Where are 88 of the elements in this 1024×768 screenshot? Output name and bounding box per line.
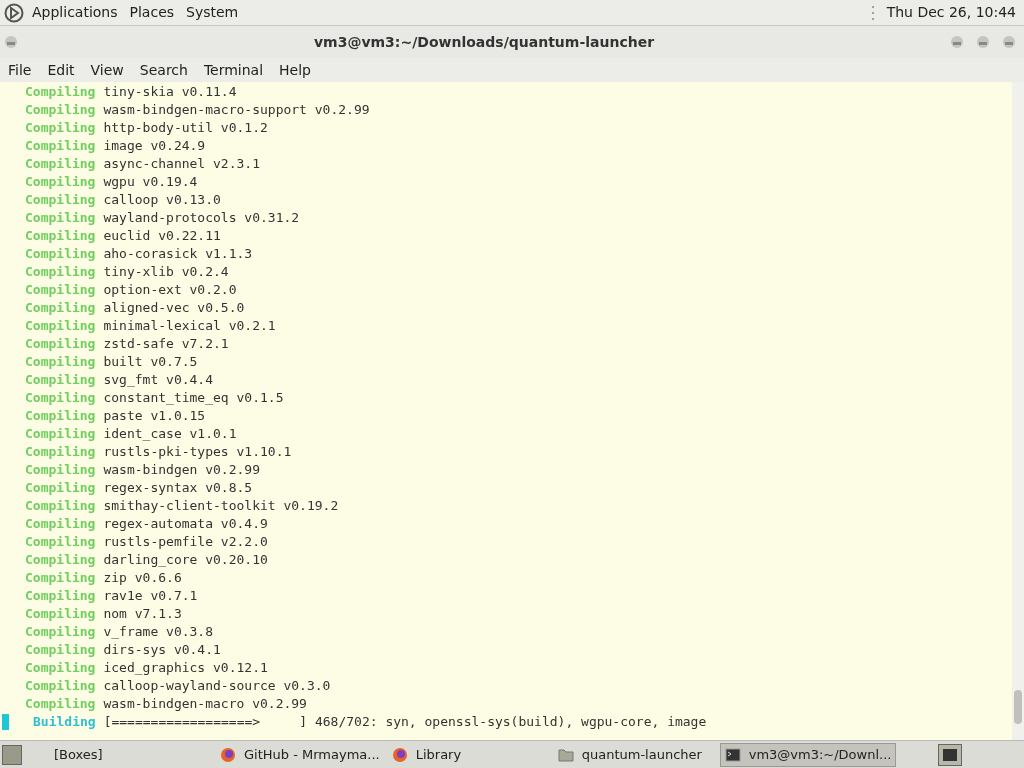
output-text: rustls-pemfile v2.2.0 [103, 533, 268, 551]
compiling-label: Compiling [25, 569, 96, 587]
output-text: regex-automata v0.4.9 [103, 515, 268, 533]
compiling-label: Compiling [25, 371, 96, 389]
output-text: svg_fmt v0.4.4 [103, 371, 214, 389]
compiling-label: Compiling [25, 245, 96, 263]
compiling-label: Compiling [25, 497, 96, 515]
compiling-label: Compiling [25, 461, 96, 479]
compiling-label: Compiling [25, 587, 96, 605]
output-text: paste v1.0.15 [103, 407, 206, 425]
compiling-label: Compiling [25, 677, 96, 695]
output-text: image v0.24.9 [103, 137, 206, 155]
output-text: v_frame v0.3.8 [103, 623, 214, 641]
output-text: iced_graphics v0.12.1 [103, 659, 268, 677]
compiling-label: Compiling [25, 119, 96, 137]
compiling-label: Compiling [25, 335, 96, 353]
output-text: calloop v0.13.0 [103, 191, 221, 209]
compiling-label: Compiling [25, 515, 96, 533]
compiling-label: Compiling [25, 281, 96, 299]
output-text: aho-corasick v1.1.3 [103, 245, 253, 263]
output-text: rav1e v0.7.1 [103, 587, 198, 605]
menu-item[interactable]: File [1, 59, 39, 81]
compiling-label: Compiling [25, 83, 96, 101]
compiling-label: Compiling [25, 191, 96, 209]
output-text: tiny-skia v0.11.4 [103, 83, 237, 101]
clock[interactable]: Thu Dec 26, 10:44 [886, 2, 1016, 23]
output-text: [==================> ] 468/702: syn, openssl-sys(build), wgpu-core, image [103, 713, 707, 731]
panel-menu[interactable]: Applications [32, 2, 118, 23]
compiling-label: Compiling [25, 263, 96, 281]
compiling-label: Compiling [25, 137, 96, 155]
compiling-label: Compiling [25, 695, 96, 713]
panel-menu[interactable]: System [186, 2, 239, 23]
output-text: tiny-xlib v0.2.4 [103, 263, 229, 281]
taskbar-button[interactable]: GitHub - Mrmayma... [216, 742, 384, 767]
output-text: wgpu v0.19.4 [103, 173, 198, 191]
menu-item[interactable]: Edit [40, 59, 82, 81]
output-text: euclid v0.22.11 [103, 227, 221, 245]
compiling-label: Compiling [25, 533, 96, 551]
output-text: constant_time_eq v0.1.5 [103, 389, 284, 407]
output-text: async-channel v2.3.1 [103, 155, 260, 173]
menu-item[interactable]: Search [132, 59, 195, 81]
output-text: rustls-pki-types v1.10.1 [103, 443, 292, 461]
compiling-label: Compiling [25, 209, 96, 227]
output-text: http-body-util v0.1.2 [103, 119, 268, 137]
menu-item[interactable]: Help [272, 59, 318, 81]
taskbar-button[interactable]: vm3@vm3:~/Downl... [719, 742, 897, 767]
output-text: built v0.7.5 [103, 353, 198, 371]
output-text: minimal-lexical v0.2.1 [103, 317, 276, 335]
compiling-label: Compiling [25, 551, 96, 569]
compiling-label: Compiling [25, 353, 96, 371]
output-text: darling_core v0.20.10 [103, 551, 268, 569]
compiling-label: Compiling [25, 299, 96, 317]
compiling-label: Compiling [25, 389, 96, 407]
menu-item[interactable]: View [83, 59, 131, 81]
taskbar-button[interactable]: Library [387, 742, 550, 767]
compiling-label: Compiling [25, 155, 96, 173]
compiling-label: Compiling [25, 407, 96, 425]
output-text: option-ext v0.2.0 [103, 281, 237, 299]
output-text: ident_case v1.0.1 [103, 425, 237, 443]
output-text: wasm-bindgen-macro v0.2.99 [103, 695, 307, 713]
window-title: vm3@vm3:~/Downloads/quantum-launcher [313, 32, 655, 52]
menu-item[interactable]: Terminal [196, 59, 271, 81]
compiling-label: Compiling [25, 227, 96, 245]
compiling-label: Compiling [25, 425, 96, 443]
compiling-label: Compiling [25, 659, 96, 677]
panel-menu[interactable]: Places [129, 2, 175, 23]
output-text: zip v0.6.6 [103, 569, 182, 587]
output-text: wayland-protocols v0.31.2 [103, 209, 300, 227]
output-text: regex-syntax v0.8.5 [103, 479, 253, 497]
output-text: wasm-bindgen-macro-support v0.2.99 [103, 101, 370, 119]
output-text: aligned-vec v0.5.0 [103, 299, 245, 317]
compiling-label: Compiling [25, 623, 96, 641]
compiling-label: Compiling [25, 317, 96, 335]
compiling-label: Compiling [25, 605, 96, 623]
compiling-label: Compiling [25, 101, 96, 119]
output-text: wasm-bindgen v0.2.99 [103, 461, 260, 479]
taskbar-button[interactable]: quantum-launcher [553, 742, 716, 767]
output-text: calloop-wayland-source v0.3.0 [103, 677, 331, 695]
building-label: Building [33, 713, 96, 731]
output-text: dirs-sys v0.4.1 [103, 641, 221, 659]
compiling-label: Compiling [25, 479, 96, 497]
output-text: zstd-safe v7.2.1 [103, 335, 229, 353]
output-text: smithay-client-toolkit v0.19.2 [103, 497, 339, 515]
compiling-label: Compiling [25, 443, 96, 461]
compiling-label: Compiling [25, 641, 96, 659]
output-text: nom v7.1.3 [103, 605, 182, 623]
taskbar-button[interactable]: [Boxes] [50, 742, 212, 767]
compiling-label: Compiling [25, 173, 96, 191]
